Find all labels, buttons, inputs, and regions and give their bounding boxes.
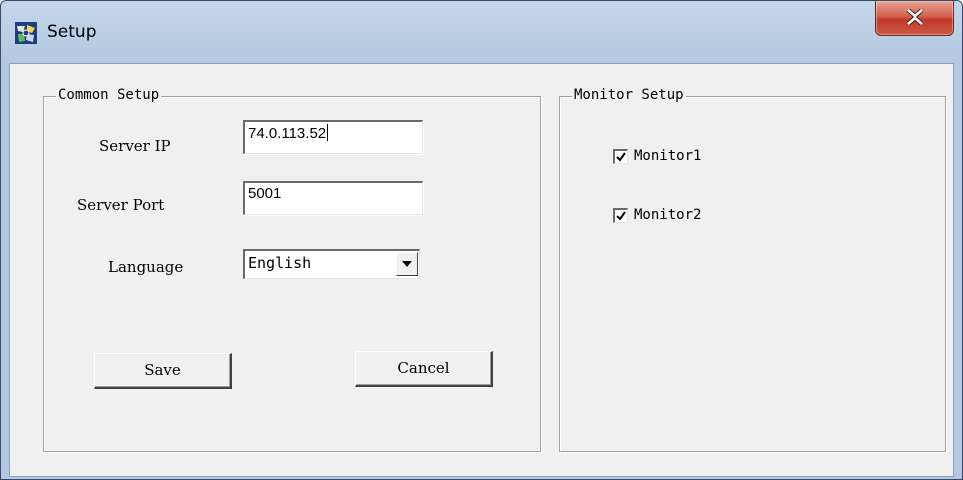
server-ip-value: 74.0.113.52 [248,125,327,142]
monitor-setup-legend: Monitor Setup [572,87,686,103]
close-icon [906,9,924,25]
language-dropdown-button[interactable] [396,252,418,276]
dialog-client-area: Common Setup Server IP 74.0.113.52 Serve… [9,63,954,477]
server-port-label: Server Port [77,196,165,214]
close-button[interactable] [875,1,954,36]
setup-app-icon [15,22,37,44]
checkmark-icon [616,211,626,221]
language-value: English [248,254,312,272]
server-ip-label: Server IP [99,137,171,155]
common-setup-legend: Common Setup [56,87,162,103]
server-port-field[interactable]: 5001 [243,181,423,215]
checkbox-box[interactable] [613,208,628,223]
server-port-value: 5001 [248,185,282,202]
checkmark-icon [616,152,626,162]
text-caret [327,124,329,141]
chevron-down-icon [402,261,412,267]
language-select[interactable]: English [243,249,420,279]
save-button[interactable]: Save [94,353,232,389]
checkbox-box[interactable] [613,149,628,164]
monitor2-label: Monitor2 [634,207,702,223]
language-label: Language [108,258,184,276]
window-title: Setup [47,22,97,42]
monitor1-label: Monitor1 [634,148,702,164]
cancel-button[interactable]: Cancel [355,351,493,387]
setup-window: Setup Common Setup Server IP 74.0.113.52… [0,0,963,480]
server-ip-field[interactable]: 74.0.113.52 [243,120,423,154]
title-bar[interactable]: Setup [1,1,962,63]
